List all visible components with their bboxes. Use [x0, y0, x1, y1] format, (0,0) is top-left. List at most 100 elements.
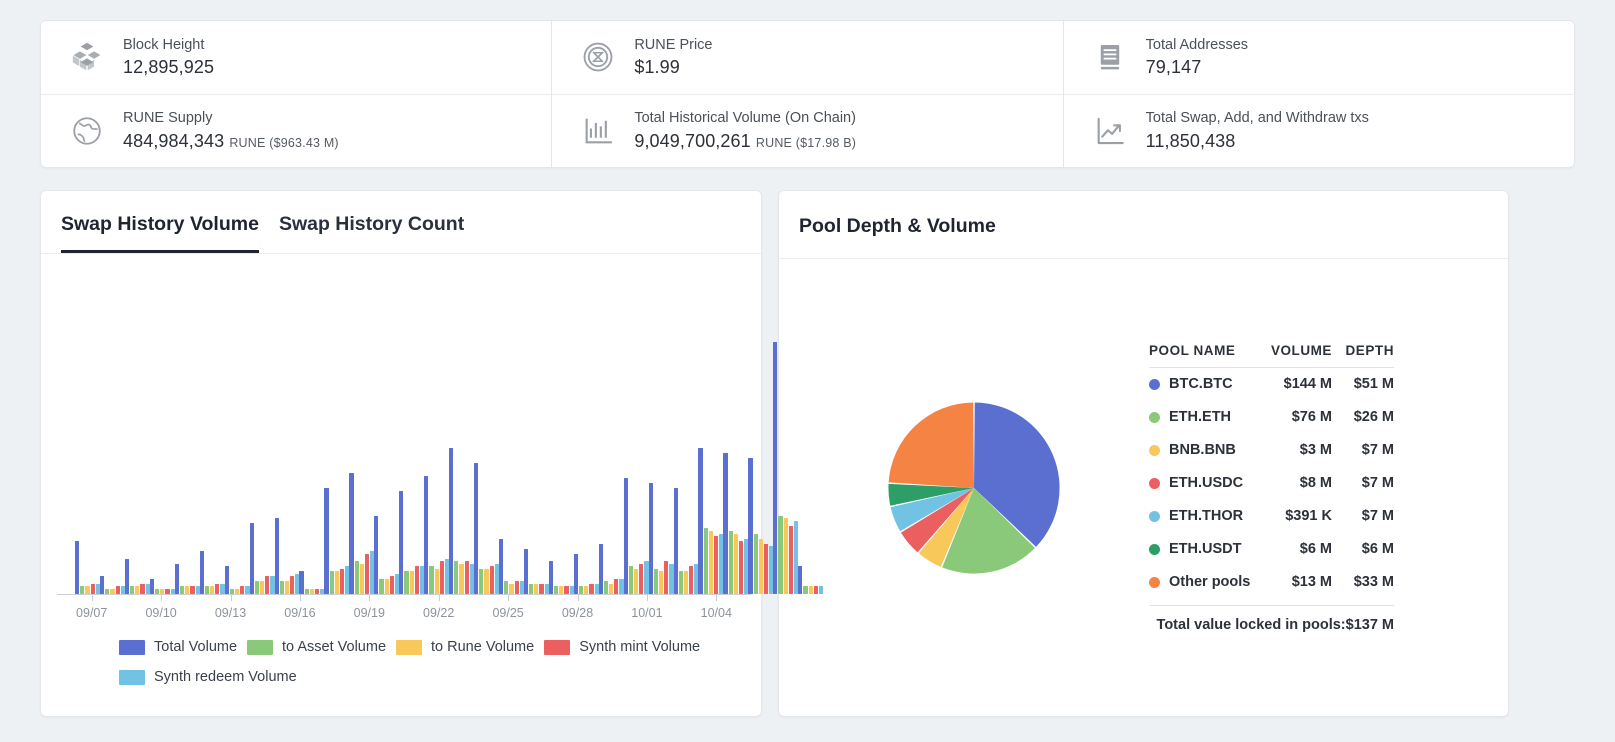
bar	[185, 586, 190, 594]
legend-label: Synth redeem Volume	[154, 669, 297, 685]
stat-value: 484,984,343 RUNE ($963.43 M)	[123, 130, 339, 153]
bar	[614, 578, 619, 594]
table-row[interactable]: ETH.ETH $76 M $26 M	[1149, 401, 1394, 434]
legend-item[interactable]: Total Volume	[119, 634, 237, 660]
stat-number: 11,850,438	[1145, 130, 1236, 151]
table-row[interactable]: ETH.THOR $391 K $7 M	[1149, 500, 1394, 533]
bar	[573, 553, 578, 594]
pool-total-value: $137 M	[1345, 616, 1394, 633]
bar	[763, 543, 769, 594]
bar-chart-icon	[580, 113, 616, 149]
bar-group	[598, 342, 624, 594]
legend-label: to Asset Volume	[282, 639, 387, 655]
pie-slice[interactable]	[888, 401, 974, 488]
pool-name: ETH.THOR	[1169, 508, 1244, 524]
bar	[240, 586, 245, 594]
stat-text: Total Swap, Add, and Withdraw txs 11,850,…	[1146, 109, 1369, 152]
bar	[623, 478, 628, 594]
bar-group	[523, 342, 549, 594]
table-row[interactable]: ETH.USDC $8 M $7 M	[1149, 467, 1394, 500]
pool-name: ETH.ETH	[1169, 409, 1232, 425]
pool-color-dot	[1149, 411, 1160, 423]
dashboard-page: Block Height 12,895,925 RUNE Supply 484,984…	[0, 0, 1615, 742]
bar-group	[623, 342, 649, 594]
bar	[778, 515, 783, 594]
bar	[389, 576, 394, 594]
pool-volume: $391 K	[1285, 508, 1332, 524]
bar	[449, 447, 454, 594]
table-row[interactable]: BTC.BTC $144 M $51 M	[1149, 368, 1394, 401]
x-axis-tick-label: 09/25	[492, 606, 524, 620]
book-icon	[1092, 39, 1128, 75]
x-axis-tick-label: 09/22	[423, 606, 455, 620]
bar	[459, 563, 464, 594]
stats-column-2: RUNE Price $1.99 Total Historical Volume (…	[551, 21, 1063, 167]
pie-svg	[888, 401, 1060, 574]
table-row[interactable]: Other pools $13 M $33 M	[1149, 566, 1394, 599]
pool-table: POOL NAME VOLUME DEPTH BTC.BTC $144 M $51 …	[1139, 343, 1394, 633]
legend-item[interactable]: to Asset Volume	[247, 634, 386, 660]
bar-group	[424, 342, 450, 594]
bar	[723, 452, 728, 594]
bar	[598, 543, 603, 594]
table-row[interactable]: BNB.BNB $3 M $7 M	[1149, 434, 1394, 467]
bar	[489, 566, 494, 594]
stat-label: RUNE Supply	[123, 110, 213, 127]
stats-column-3: Total Addresses 79,147 Total Swap, Add, an…	[1062, 21, 1574, 168]
bar	[179, 586, 185, 594]
bar	[534, 583, 539, 594]
bar	[753, 533, 758, 594]
bar	[714, 536, 719, 594]
bar	[479, 568, 484, 594]
pool-volume: $76 M	[1291, 409, 1332, 425]
bar-group	[548, 342, 574, 594]
pool-volume: $3 M	[1299, 442, 1332, 458]
bar	[474, 462, 479, 594]
pool-color-dot	[1149, 477, 1160, 489]
tab-swap-history-volume[interactable]: Swap History Volume	[61, 213, 259, 253]
bar-group	[249, 342, 275, 594]
bar	[329, 571, 334, 594]
tab-swap-history-count[interactable]: Swap History Count	[279, 213, 464, 253]
bar	[653, 568, 658, 594]
cubes-icon	[69, 39, 105, 75]
bar	[434, 568, 439, 594]
bar	[259, 581, 265, 594]
pool-table-header: POOL NAME VOLUME DEPTH	[1149, 343, 1394, 367]
bar-group	[299, 342, 325, 594]
pool-color-dot	[1149, 543, 1160, 555]
legend-item[interactable]: Synth redeem Volume	[119, 664, 297, 690]
pool-table-rows: BTC.BTC $144 M $51 M ETH.ETH $76 M $26 M BNB.B…	[1149, 366, 1394, 599]
bar	[509, 583, 514, 594]
legend-item[interactable]: to Rune Volume	[396, 634, 534, 660]
bar	[124, 558, 130, 594]
bar-group	[798, 342, 824, 594]
pool-color-dot	[1149, 378, 1160, 390]
network-stats-card: Block Height 12,895,925 RUNE Supply 484,984…	[40, 20, 1575, 168]
bar	[404, 571, 409, 594]
stat-value: 79,147	[1146, 56, 1248, 79]
bar	[115, 586, 120, 594]
stat-value: $1.99	[634, 56, 712, 79]
swap-history-panel: Swap History Volume Swap History Count 0…	[40, 190, 824, 717]
bar-group	[174, 342, 200, 594]
legend-item[interactable]: Synth mint Volume	[544, 634, 700, 660]
bar	[703, 528, 708, 594]
bar	[99, 576, 105, 594]
stat-number: 79,147	[1145, 57, 1202, 78]
axis-tick	[91, 595, 93, 601]
pool-name-cell: BTC.BTC	[1149, 376, 1260, 392]
table-row[interactable]: ETH.USDT $6 M $6 M	[1149, 533, 1394, 566]
pool-depth: $7 M	[1361, 442, 1394, 458]
legend-label: Synth mint Volume	[579, 639, 701, 655]
pool-name-cell: BNB.BNB	[1149, 442, 1260, 458]
stat-item: Total Addresses 79,147	[1064, 21, 1574, 94]
bar	[454, 561, 459, 594]
bar	[529, 583, 534, 594]
bar	[689, 566, 694, 594]
stat-item: Total Swap, Add, and Withdraw txs 11,850,…	[1063, 93, 1574, 168]
bar	[210, 586, 215, 594]
bar	[75, 541, 80, 594]
bar	[514, 581, 519, 594]
pool-name-cell: Other pools	[1149, 574, 1260, 590]
